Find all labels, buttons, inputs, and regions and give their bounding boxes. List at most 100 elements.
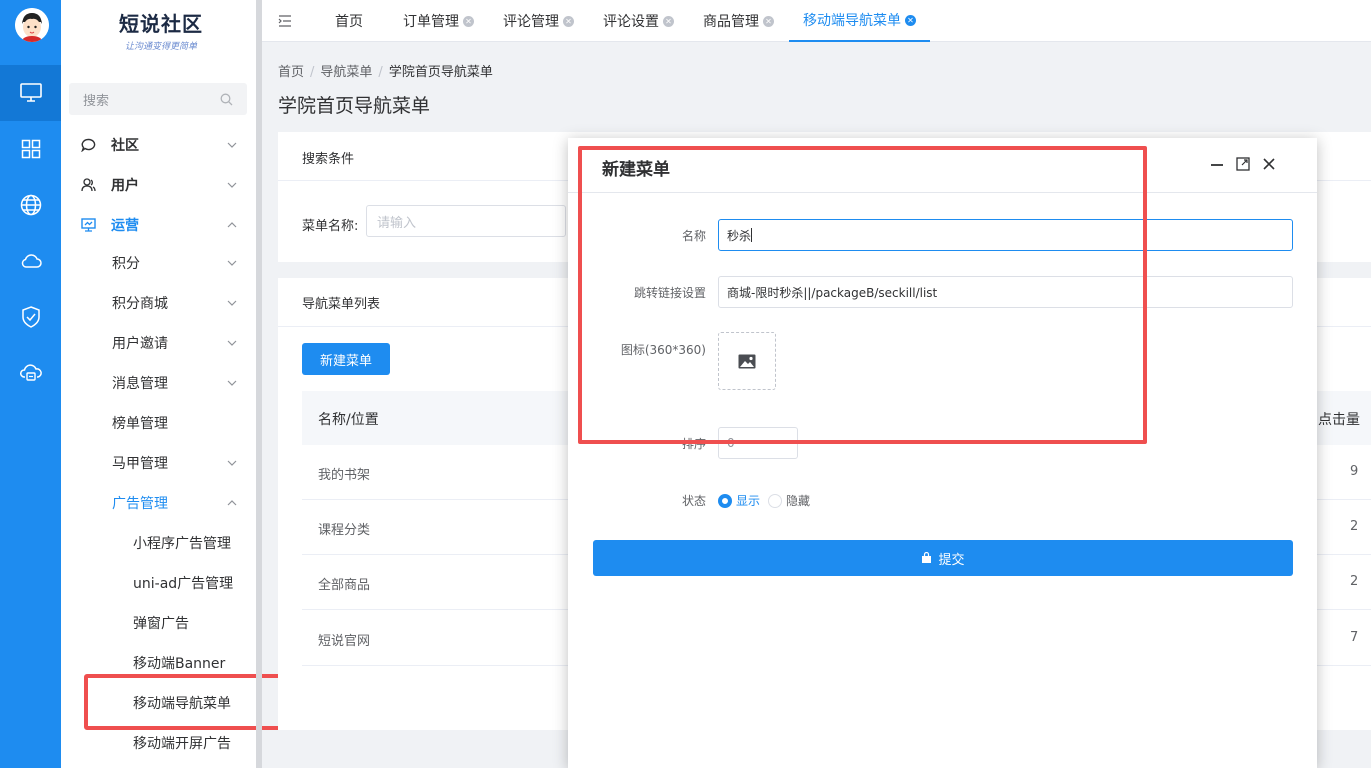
tab-comment-settings[interactable]: 评论设置 ✕ bbox=[603, 0, 674, 42]
menu-name-label: 菜单名称: bbox=[302, 219, 359, 234]
close-icon[interactable]: ✕ bbox=[663, 15, 674, 27]
rail-globe-item[interactable] bbox=[0, 177, 61, 233]
menu-name-input[interactable]: 请输入 bbox=[366, 205, 566, 237]
sidebar-item-uniad-ads[interactable]: uni-ad广告管理 bbox=[61, 563, 256, 603]
tab-label: 评论管理 bbox=[503, 14, 559, 30]
chat-icon bbox=[81, 138, 96, 152]
sidebar-item-label: 用户邀请 bbox=[112, 336, 168, 352]
tab-products[interactable]: 商品管理 ✕ bbox=[703, 0, 774, 42]
row-clicks: 9 bbox=[1350, 464, 1359, 479]
sidebar-item-label: 用户 bbox=[111, 178, 139, 194]
rail-cloud-item[interactable] bbox=[0, 233, 61, 289]
maximize-icon[interactable] bbox=[1235, 156, 1251, 172]
sidebar-item-label: 马甲管理 bbox=[112, 456, 168, 472]
sidebar-highlight-annotation bbox=[84, 674, 282, 730]
dialog-highlight-annotation bbox=[578, 146, 1147, 444]
tab-home[interactable]: 首页 bbox=[335, 0, 363, 42]
globe-icon bbox=[20, 194, 41, 216]
sidebar-item-label: 积分 bbox=[112, 256, 140, 272]
close-icon[interactable]: ✕ bbox=[763, 15, 774, 27]
chevron-down-icon bbox=[227, 260, 237, 266]
tab-orders[interactable]: 订单管理 ✕ bbox=[403, 0, 474, 42]
users-icon bbox=[81, 178, 96, 192]
tab-label: 订单管理 bbox=[403, 14, 459, 30]
rail-shield-item[interactable] bbox=[0, 289, 61, 345]
chevron-up-icon bbox=[227, 222, 237, 228]
status-show-radio[interactable]: 显示 bbox=[718, 492, 760, 509]
close-icon[interactable] bbox=[1261, 156, 1277, 172]
sidebar-item-label: 积分商城 bbox=[112, 296, 168, 312]
row-clicks: 7 bbox=[1350, 630, 1359, 645]
search-card-title: 搜索条件 bbox=[302, 152, 355, 167]
tab-label: 移动端导航菜单 bbox=[803, 13, 901, 29]
sidebar-item-user-invite[interactable]: 用户邀请 bbox=[61, 323, 256, 363]
grid-icon bbox=[21, 139, 40, 159]
tab-mobile-nav-menu[interactable]: 移动端导航菜单 ✕ bbox=[789, 0, 930, 42]
status-hide-radio[interactable]: 隐藏 bbox=[768, 492, 810, 509]
sidebar-item-rankings[interactable]: 榜单管理 bbox=[61, 403, 256, 443]
breadcrumb-nav-menu[interactable]: 导航菜单 bbox=[320, 65, 372, 80]
col-clicks-header: 点击量 bbox=[1318, 412, 1360, 428]
breadcrumb-current: 学院首页导航菜单 bbox=[388, 65, 493, 80]
chevron-down-icon bbox=[227, 340, 237, 346]
brand-title: 短说社区 bbox=[119, 12, 203, 36]
avatar[interactable] bbox=[15, 8, 49, 42]
tab-bar: 首页 订单管理 ✕ 评论管理 ✕ 评论设置 ✕ 商品管理 ✕ 移动端导航菜单 ✕ bbox=[262, 0, 1371, 42]
sidebar-item-ads[interactable]: 广告管理 bbox=[61, 483, 256, 523]
radio-checked-icon bbox=[718, 493, 732, 508]
sidebar-item-points[interactable]: 积分 bbox=[61, 243, 256, 283]
close-icon[interactable]: ✕ bbox=[905, 14, 916, 26]
cloud-server-icon bbox=[19, 364, 42, 381]
sidebar-item-label: 广告管理 bbox=[112, 496, 168, 512]
sidebar-item-label: 小程序广告管理 bbox=[133, 536, 231, 552]
sidebar-item-label: uni-ad广告管理 bbox=[133, 576, 234, 592]
sidebar-item-users[interactable]: 用户 bbox=[61, 165, 256, 205]
chevron-down-icon bbox=[227, 460, 237, 466]
chevron-up-icon bbox=[227, 500, 237, 506]
radio-unchecked-icon bbox=[768, 493, 782, 508]
submit-label: 提交 bbox=[938, 552, 965, 568]
chevron-down-icon bbox=[227, 380, 237, 386]
sidebar-search-placeholder: 搜索 bbox=[83, 93, 110, 109]
rail-monitor-item[interactable] bbox=[0, 65, 61, 121]
cloud-icon bbox=[21, 254, 42, 268]
close-icon[interactable]: ✕ bbox=[463, 15, 474, 27]
sidebar-item-messages[interactable]: 消息管理 bbox=[61, 363, 256, 403]
tab-label: 评论设置 bbox=[603, 14, 659, 30]
new-menu-button[interactable]: 新建菜单 bbox=[302, 343, 390, 375]
tab-label: 首页 bbox=[335, 14, 363, 30]
sidebar-search-input[interactable]: 搜索 bbox=[69, 83, 247, 115]
status-label: 状态 bbox=[681, 494, 706, 508]
rail-apps-item[interactable] bbox=[0, 121, 61, 177]
row-name: 课程分类 bbox=[318, 523, 371, 538]
icon-rail bbox=[0, 0, 61, 768]
sidebar-item-community[interactable]: 社区 bbox=[61, 125, 256, 165]
minimize-icon[interactable] bbox=[1209, 156, 1225, 172]
breadcrumb-home[interactable]: 首页 bbox=[278, 65, 304, 80]
page-title: 学院首页导航菜单 bbox=[278, 95, 431, 117]
close-icon[interactable]: ✕ bbox=[563, 15, 574, 27]
sidebar-item-label: 社区 bbox=[111, 138, 139, 154]
brand-subtitle: 让沟通变得更简单 bbox=[124, 42, 197, 52]
chevron-down-icon bbox=[227, 142, 237, 148]
tab-comments[interactable]: 评论管理 ✕ bbox=[503, 0, 574, 42]
sidebar-scrollbar[interactable] bbox=[256, 0, 262, 768]
breadcrumb: 首页 / 导航菜单 / 学院首页导航菜单 bbox=[278, 65, 493, 80]
sidebar-item-points-mall[interactable]: 积分商城 bbox=[61, 283, 256, 323]
status-hide-label: 隐藏 bbox=[786, 494, 811, 508]
collapse-menu-icon[interactable] bbox=[278, 14, 292, 28]
monitor-icon bbox=[19, 83, 42, 102]
sidebar-item-popup-ads[interactable]: 弹窗广告 bbox=[61, 603, 256, 643]
sidebar-item-label: 榜单管理 bbox=[112, 416, 168, 432]
sidebar: 短说社区 让沟通变得更简单 搜索 社区 用户 运营 积分 积分商城 用户邀请 消… bbox=[61, 0, 256, 768]
bag-icon bbox=[922, 552, 932, 563]
submit-button[interactable]: 提交 bbox=[593, 540, 1293, 576]
sidebar-item-operations[interactable]: 运营 bbox=[61, 205, 256, 245]
rail-cloud-server-item[interactable] bbox=[0, 345, 61, 401]
menu-name-placeholder: 请输入 bbox=[377, 215, 417, 231]
sidebar-item-miniprogram-ads[interactable]: 小程序广告管理 bbox=[61, 523, 256, 563]
sidebar-item-label: 运营 bbox=[111, 218, 139, 234]
row-name: 我的书架 bbox=[318, 468, 371, 483]
sidebar-item-vests[interactable]: 马甲管理 bbox=[61, 443, 256, 483]
row-name: 全部商品 bbox=[318, 578, 371, 593]
